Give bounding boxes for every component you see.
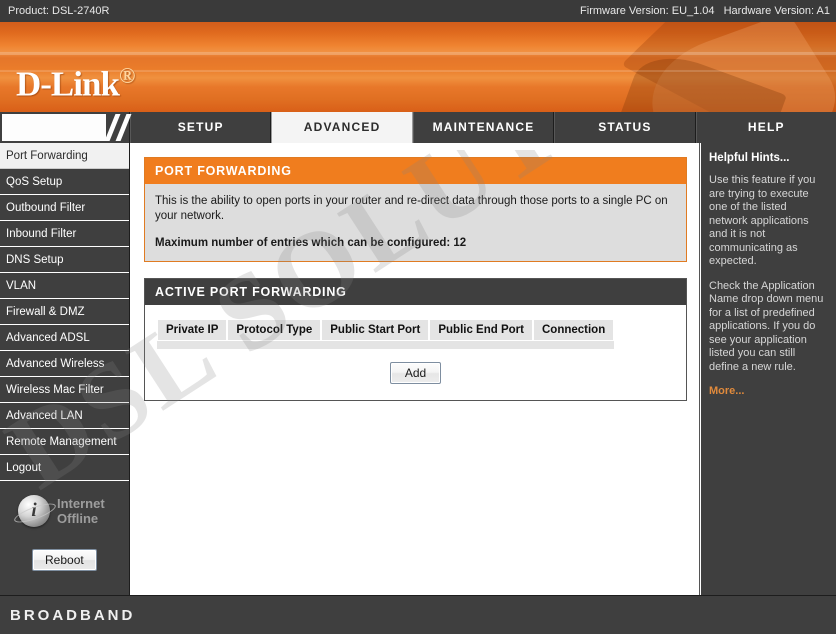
tab-maintenance[interactable]: MAINTENANCE <box>412 112 555 143</box>
router-admin-page: Product: DSL-2740R Firmware Version: EU_… <box>0 0 836 634</box>
left-sidebar: Port Forwarding QoS Setup Outbound Filte… <box>0 143 130 595</box>
sidebar-item-logout[interactable]: Logout <box>0 455 129 481</box>
footer-broadband-label: BROADBAND <box>10 607 136 624</box>
tab-setup[interactable]: SETUP <box>130 112 272 143</box>
hints-paragraph-2: Check the Application Name drop down men… <box>709 279 824 373</box>
tab-advanced[interactable]: ADVANCED <box>271 112 413 143</box>
firmware-version-label: Firmware Version: EU_1.04 <box>580 5 715 17</box>
add-button[interactable]: Add <box>389 362 442 384</box>
hints-title: Helpful Hints... <box>709 152 790 164</box>
add-button-row: Add <box>157 362 674 384</box>
hints-more-link[interactable]: More... <box>709 385 828 397</box>
nav-logo-plate <box>2 114 106 141</box>
sidebar-item-firewall-dmz[interactable]: Firewall & DMZ <box>0 299 129 325</box>
port-forwarding-table: Private IP Protocol Type Public Start Po… <box>157 319 615 349</box>
info-glyph: i <box>31 500 37 521</box>
main-content: PORT FORWARDING This is the ability to o… <box>130 143 700 595</box>
max-entries-text: Maximum number of entries which can be c… <box>155 237 467 249</box>
helpful-hints-sidebar: Helpful Hints... Use this feature if you… <box>701 143 836 595</box>
banner-stripe-1 <box>0 52 836 55</box>
active-port-forwarding-title: ACTIVE PORT FORWARDING <box>145 279 686 305</box>
internet-status-line2: Offline <box>57 511 99 526</box>
reboot-button[interactable]: Reboot <box>32 549 97 571</box>
sidebar-item-wireless-mac-filter[interactable]: Wireless Mac Filter <box>0 377 129 403</box>
brand-banner: D-Link® <box>0 22 836 112</box>
port-forwarding-description: This is the ability to open ports in you… <box>155 195 668 222</box>
connection-status-block: i Internet Offline Reboot <box>0 481 129 595</box>
reboot-button-wrap: Reboot <box>32 549 97 571</box>
hardware-version-label: Hardware Version: A1 <box>723 5 830 17</box>
dlink-logo-text: D-Link <box>16 64 120 104</box>
sidebar-item-advanced-lan[interactable]: Advanced LAN <box>0 403 129 429</box>
sidebar-item-vlan[interactable]: VLAN <box>0 273 129 299</box>
registered-trademark-icon: ® <box>118 63 135 88</box>
product-model-label: Product: DSL-2740R <box>8 5 110 17</box>
version-info: Firmware Version: EU_1.04 Hardware Versi… <box>574 0 830 22</box>
sidebar-item-port-forwarding[interactable]: Port Forwarding <box>0 143 129 169</box>
sidebar-item-inbound-filter[interactable]: Inbound Filter <box>0 221 129 247</box>
sidebar-item-qos-setup[interactable]: QoS Setup <box>0 169 129 195</box>
port-forwarding-panel-title: PORT FORWARDING <box>145 158 686 184</box>
column-public-end-port: Public End Port <box>429 319 533 341</box>
port-forwarding-info-panel: PORT FORWARDING This is the ability to o… <box>144 157 687 262</box>
product-info-bar: Product: DSL-2740R Firmware Version: EU_… <box>0 0 836 22</box>
column-connection: Connection <box>532 319 615 341</box>
internet-status-label: Internet Offline <box>57 496 105 526</box>
tab-help[interactable]: HELP <box>695 112 836 143</box>
info-globe-icon: i <box>18 495 50 527</box>
table-empty-row <box>157 341 615 349</box>
sidebar-item-dns-setup[interactable]: DNS Setup <box>0 247 129 273</box>
nav-logo-cell <box>0 112 132 143</box>
sidebar-item-remote-management[interactable]: Remote Management <box>0 429 129 455</box>
active-port-forwarding-panel: ACTIVE PORT FORWARDING Private IP Protoc… <box>144 278 687 401</box>
sidebar-item-advanced-wireless[interactable]: Advanced Wireless <box>0 351 129 377</box>
sidebar-item-advanced-adsl[interactable]: Advanced ADSL <box>0 325 129 351</box>
column-private-ip: Private IP <box>157 319 228 341</box>
main-navigation: SETUP ADVANCED MAINTENANCE STATUS HELP <box>0 112 836 143</box>
active-port-forwarding-body: Private IP Protocol Type Public Start Po… <box>145 305 686 400</box>
page-footer: BROADBAND <box>0 595 836 634</box>
port-forwarding-panel-body: This is the ability to open ports in you… <box>145 184 686 261</box>
sidebar-item-outbound-filter[interactable]: Outbound Filter <box>0 195 129 221</box>
table-body <box>157 341 615 349</box>
column-public-start-port: Public Start Port <box>321 319 430 341</box>
internet-status: i Internet Offline <box>18 495 105 527</box>
internet-status-line1: Internet <box>57 496 105 511</box>
hints-paragraph-1: Use this feature if you are trying to ex… <box>709 174 816 267</box>
table-header-row: Private IP Protocol Type Public Start Po… <box>157 319 615 341</box>
dlink-logo: D-Link® <box>16 63 135 105</box>
tab-status[interactable]: STATUS <box>554 112 696 143</box>
column-protocol-type: Protocol Type <box>227 319 322 341</box>
